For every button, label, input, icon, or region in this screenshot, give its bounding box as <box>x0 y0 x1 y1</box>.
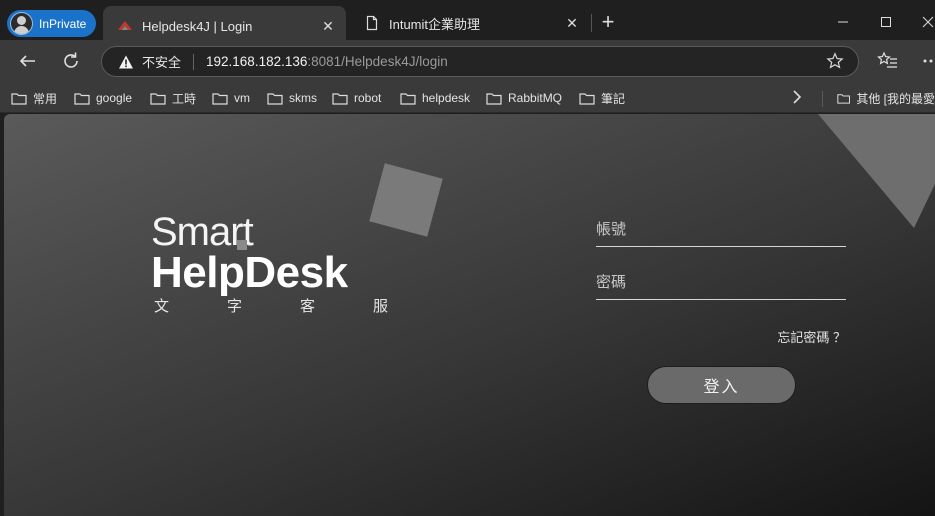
refresh-icon[interactable] <box>58 48 84 74</box>
folder-icon <box>837 93 850 104</box>
login-page: Smart HelpDesk 文 字 客 服 忘記密碼 ？ 登入 <box>4 114 935 516</box>
bookmark-folder-7[interactable]: RabbitMQ <box>486 89 562 107</box>
tab-intumit[interactable]: Intumit企業助理 ✕ <box>350 6 590 40</box>
address-divider <box>193 53 195 70</box>
password-field <box>596 264 846 300</box>
logo-dot <box>237 240 247 250</box>
inprivate-label: InPrivate <box>39 16 87 31</box>
browser-toolbar: 不安全 192.168.182.136:8081/Helpdesk4J/logi… <box>0 40 935 83</box>
helpdesk-favicon-icon <box>117 18 133 34</box>
bookmark-folder-5[interactable]: robot <box>332 89 381 107</box>
bookmark-label: 筆記 <box>601 91 626 106</box>
bookmark-folder-8[interactable]: 筆記 <box>579 89 625 107</box>
logo-smart-text: Smart <box>151 210 254 254</box>
folder-icon <box>400 92 416 105</box>
bookmarks-separator <box>822 91 823 107</box>
tab-close-icon[interactable]: ✕ <box>320 18 336 34</box>
folder-icon <box>332 92 348 105</box>
logo-subtitle-char: 字 <box>226 298 242 315</box>
forgot-password-link[interactable]: 忘記密碼 ？ <box>777 327 846 346</box>
smart-helpdesk-logo: Smart HelpDesk 文 字 客 服 <box>151 211 396 316</box>
logo-helpdesk-text: HelpDesk <box>151 248 348 297</box>
bookmark-label: 工時 <box>172 91 197 106</box>
tab-separator <box>591 14 592 32</box>
more-options-icon[interactable] <box>918 48 935 74</box>
logo-subtitle-char: 客 <box>299 298 315 315</box>
logo-subtitle-char: 服 <box>372 298 388 315</box>
bookmarks-bar: 常用 google 工時 vm skms robot helpdesk Rabb… <box>0 83 935 113</box>
favorite-star-icon[interactable] <box>826 52 844 70</box>
folder-icon <box>486 92 502 105</box>
close-window-icon[interactable] <box>916 10 935 34</box>
chevron-right-icon[interactable] <box>792 89 802 108</box>
folder-icon <box>74 92 90 105</box>
tab-title: Intumit企業助理 <box>389 16 481 32</box>
new-tab-button[interactable]: + <box>597 11 619 34</box>
password-input[interactable] <box>596 274 846 291</box>
bookmark-label: 常用 <box>33 91 58 106</box>
bookmark-label: 其他 [我的最愛 <box>856 91 935 106</box>
bookmark-folder-1[interactable]: google <box>74 89 132 107</box>
folder-icon <box>579 92 595 105</box>
inprivate-badge[interactable]: InPrivate <box>7 10 96 37</box>
bookmark-folder-6[interactable]: helpdesk <box>400 89 470 107</box>
folder-icon <box>212 92 228 105</box>
tab-close-icon[interactable]: ✕ <box>564 15 580 31</box>
back-arrow-icon[interactable] <box>15 48 41 74</box>
login-form: 忘記密碼 ？ 登入 <box>596 211 846 404</box>
folder-icon <box>267 92 283 105</box>
folder-icon <box>150 92 166 105</box>
bookmark-label: skms <box>289 91 317 105</box>
other-favorites-folder[interactable]: 其他 [我的最愛 <box>837 89 935 107</box>
address-bar[interactable]: 不安全 192.168.182.136:8081/Helpdesk4J/logi… <box>101 46 859 77</box>
security-label[interactable]: 不安全 <box>142 52 181 71</box>
url-path[interactable]: :8081/Helpdesk4J/login <box>307 54 447 69</box>
profile-avatar-icon <box>10 12 33 35</box>
account-field <box>596 211 846 247</box>
warning-icon[interactable] <box>118 54 134 70</box>
bookmark-folder-2[interactable]: 工時 <box>150 89 196 107</box>
bookmark-folder-0[interactable]: 常用 <box>11 89 57 107</box>
bookmark-label: helpdesk <box>422 91 471 105</box>
account-input[interactable] <box>596 221 846 238</box>
maximize-icon[interactable] <box>874 10 898 34</box>
favorites-list-icon[interactable] <box>875 48 901 74</box>
login-button[interactable]: 登入 <box>647 366 796 404</box>
bookmark-folder-4[interactable]: skms <box>267 89 317 107</box>
tab-title: Helpdesk4J | Login <box>142 18 253 34</box>
bookmark-label: vm <box>234 91 250 105</box>
folder-icon <box>11 92 27 105</box>
document-icon <box>364 15 380 31</box>
bookmark-label: google <box>96 91 133 105</box>
bookmark-folder-3[interactable]: vm <box>212 89 250 107</box>
bookmark-label: robot <box>354 91 382 105</box>
logo-subtitle-char: 文 <box>154 298 170 315</box>
url-host[interactable]: 192.168.182.136 <box>206 54 307 69</box>
minimize-icon[interactable] <box>831 10 855 34</box>
bookmark-label: RabbitMQ <box>508 91 563 105</box>
logo-subtitle: 文 字 客 服 <box>151 295 388 316</box>
